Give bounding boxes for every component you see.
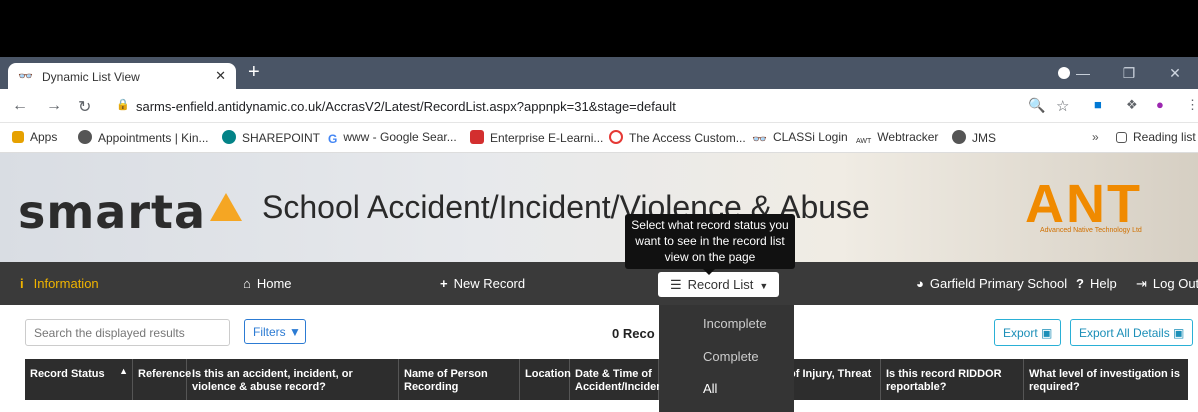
minimize-icon[interactable]: —: [1060, 65, 1106, 81]
bookmark-access[interactable]: The Access Custom...: [609, 130, 746, 145]
back-icon[interactable]: ←: [12, 97, 28, 115]
ant-logo-subtitle: Advanced Native Technology Ltd: [1040, 227, 1142, 234]
screen-top-bar: [0, 0, 1198, 57]
home-button[interactable]: ⌂ Home: [243, 276, 292, 291]
list-icon: ☰: [670, 277, 682, 292]
menu-item-complete[interactable]: Complete: [703, 349, 759, 364]
elearning-icon: [470, 130, 484, 144]
bookmark-sharepoint[interactable]: SHAREPOINT: [222, 130, 320, 145]
record-list-tooltip: Select what record status you want to se…: [625, 214, 795, 275]
col-record-status[interactable]: Record Status ▲: [25, 359, 133, 400]
logout-button[interactable]: ⇥ Log Out: [1136, 276, 1198, 292]
awt-icon: AWT: [856, 138, 872, 145]
extension-icon[interactable]: ■: [1094, 97, 1102, 112]
profile-avatar-icon[interactable]: ●: [1156, 97, 1164, 112]
plus-icon: +: [440, 276, 448, 291]
url-field[interactable]: sarms-enfield.antidynamic.co.uk/AccrasV2…: [136, 99, 676, 114]
export-button[interactable]: Export ▣: [994, 319, 1062, 346]
col-record-type[interactable]: Is this an accident, incident, or violen…: [187, 359, 399, 400]
globe-icon: [952, 130, 966, 144]
col-date-time[interactable]: Date & Time of Accident/Incident: [570, 359, 667, 400]
search-input[interactable]: Search the displayed results: [25, 319, 230, 346]
smarta-logo: smarta: [18, 185, 207, 239]
tab-close-icon[interactable]: ✕: [215, 68, 226, 84]
browser-tab-strip: 👓 Dynamic List View ✕: [0, 57, 1198, 89]
filter-icon: ▼: [289, 325, 301, 339]
bookmarks-overflow-icon[interactable]: »: [1092, 130, 1099, 144]
sort-asc-icon: ▲: [119, 366, 128, 376]
reading-list[interactable]: Reading list: [1116, 130, 1196, 144]
col-reference[interactable]: Reference: [133, 359, 191, 400]
col-location[interactable]: Location: [520, 359, 571, 400]
menu-dots-icon[interactable]: ⋮: [1186, 97, 1198, 113]
menu-item-all[interactable]: All: [703, 381, 717, 396]
record-list-dropdown[interactable]: ☰ Record List ▼: [658, 272, 779, 297]
record-status-menu: Incomplete Complete All: [659, 305, 794, 412]
google-icon: G: [328, 132, 338, 146]
bookmark-elearning[interactable]: Enterprise E-Learni...: [470, 130, 603, 145]
window-controls: — ❐ ✕: [1060, 57, 1198, 89]
bookmark-classi[interactable]: 👓 CLASSi Login: [752, 130, 848, 146]
col-riddor[interactable]: Is this record RIDDOR reportable?: [881, 359, 1024, 400]
reading-list-icon: [1116, 132, 1127, 143]
bookmarks-bar: Apps Appointments | Kin... SHAREPOINT Gw…: [0, 123, 1198, 153]
bookmark-apps[interactable]: Apps: [12, 130, 57, 144]
bookmark-webtracker[interactable]: AWT Webtracker: [856, 130, 938, 152]
caret-down-icon: ▼: [759, 281, 769, 291]
tab-title: Dynamic List View: [42, 70, 140, 84]
excel-icon: ▣: [1173, 326, 1185, 340]
info-icon: i: [20, 276, 24, 291]
menu-item-incomplete[interactable]: Incomplete: [703, 316, 767, 331]
bookmark-google[interactable]: Gwww - Google Sear...: [328, 130, 457, 146]
browser-tab[interactable]: 👓 Dynamic List View ✕: [8, 63, 236, 89]
information-button[interactable]: i Information: [20, 276, 99, 291]
glasses-icon: 👓: [752, 132, 767, 146]
excel-icon: ▣: [1041, 326, 1053, 340]
extensions-puzzle-icon[interactable]: ❖: [1126, 97, 1138, 113]
ant-logo: ANT: [1025, 174, 1142, 234]
bookmark-jms[interactable]: JMS: [952, 130, 996, 145]
sharepoint-icon: [222, 130, 236, 144]
zoom-icon[interactable]: 🔍: [1028, 97, 1045, 114]
new-tab-icon[interactable]: +: [248, 61, 260, 84]
bookmark-appointments[interactable]: Appointments | Kin...: [78, 130, 209, 145]
question-icon: ?: [1076, 276, 1084, 291]
export-all-button[interactable]: Export All Details ▣: [1070, 319, 1194, 346]
window-close-icon[interactable]: ✕: [1152, 65, 1198, 82]
apps-grid-icon: [12, 131, 24, 143]
lock-icon: 🔒: [116, 99, 130, 111]
main-toolbar: i Information ⌂ Home + New Record ☰ Record L…: [0, 262, 1198, 305]
restore-icon[interactable]: ❐: [1106, 65, 1152, 82]
address-bar-row: ← → ↻ 🔒 sarms-enfield.antidynamic.co.uk/…: [0, 89, 1198, 123]
record-count: 0 Reco: [612, 326, 655, 341]
new-record-button[interactable]: + New Record: [440, 276, 525, 291]
logout-icon: ⇥: [1136, 276, 1147, 291]
col-investigation-level[interactable]: What level of investigation is required?: [1024, 359, 1188, 400]
col-person-recording[interactable]: Name of Person Recording: [399, 359, 520, 400]
app-banner: smarta School Accident/Incident/Violence…: [0, 153, 1198, 262]
forward-icon[interactable]: →: [46, 97, 62, 115]
globe-icon: [78, 130, 92, 144]
access-icon: [609, 130, 623, 144]
filters-button[interactable]: Filters ▼: [244, 319, 306, 344]
bookmark-star-icon[interactable]: ☆: [1056, 97, 1069, 115]
logo-triangle-icon: [210, 193, 242, 221]
reload-icon[interactable]: ↻: [78, 97, 91, 117]
tab-favicon-icon: 👓: [18, 69, 33, 83]
school-name[interactable]: ◕ Garfield Primary School: [916, 276, 1067, 291]
help-button[interactable]: ? Help: [1076, 276, 1117, 291]
table-header: Record Status ▲ Reference Is this an acci…: [25, 359, 1188, 400]
home-icon: ⌂: [243, 276, 251, 291]
user-icon: ◕: [916, 276, 924, 291]
